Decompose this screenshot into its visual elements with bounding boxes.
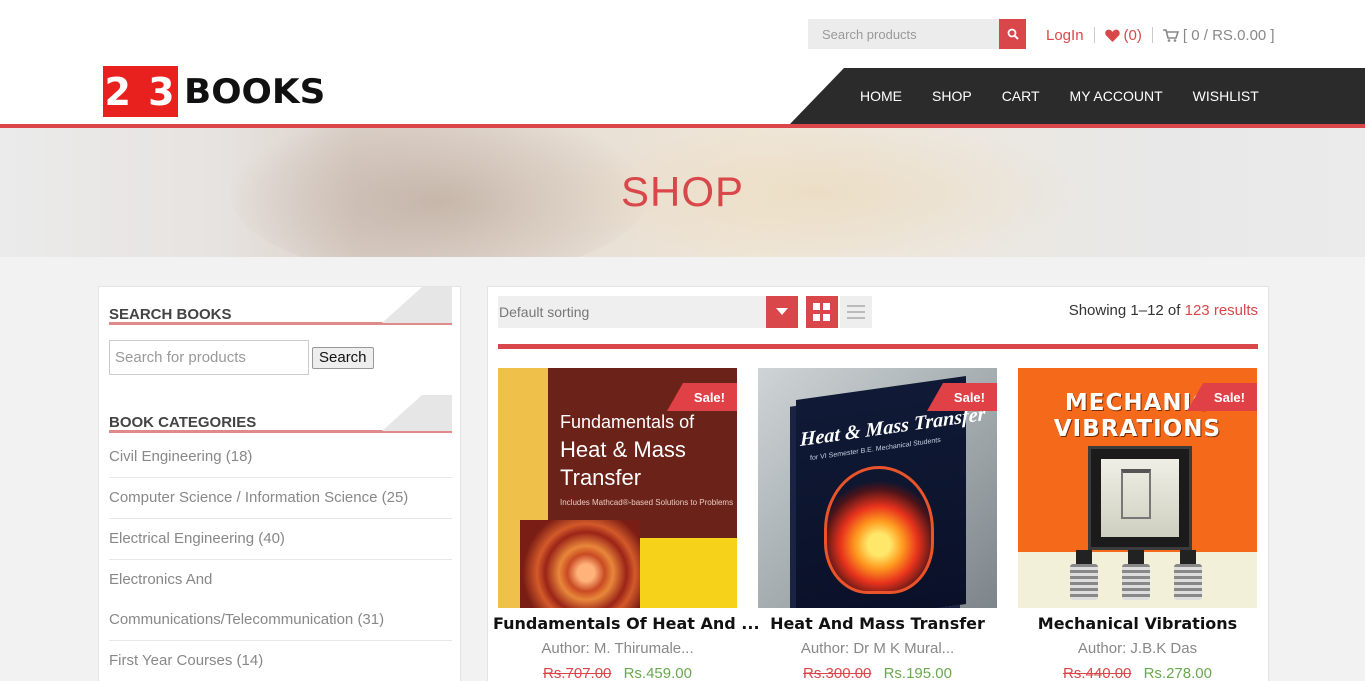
product-price: Rs.440.00 Rs.278.00 <box>1018 665 1257 681</box>
regular-price: Rs.300.00 <box>803 665 872 681</box>
cover-artwork <box>1076 550 1092 564</box>
category-civil-engineering[interactable]: Civil Engineering (18) <box>109 437 452 478</box>
grid-view-icon-cell <box>813 313 820 321</box>
cover-artwork <box>1122 564 1150 600</box>
heart-icon <box>1104 29 1120 42</box>
result-count-prefix: Showing 1–12 of <box>1068 302 1181 319</box>
category-label-line-2: Communications/Telecommunication (31) <box>109 611 385 628</box>
category-label-line-1: Electronics And <box>109 571 213 588</box>
grid-view-icon <box>813 303 820 310</box>
grid-view-button[interactable] <box>806 296 838 328</box>
sale-badge: Sale! <box>1187 383 1257 411</box>
product-title[interactable]: Mechanical Vibrations <box>1013 614 1262 633</box>
product-search-input[interactable] <box>808 19 999 49</box>
page-banner: SHOP <box>0 128 1365 257</box>
category-list: Civil Engineering (18) Computer Science … <box>109 437 452 681</box>
product-author: Author: Dr M K Mural... <box>800 640 955 657</box>
nav-my-account[interactable]: MY ACCOUNT <box>1070 88 1163 104</box>
product-author: Author: M. Thirumale... <box>541 640 694 657</box>
cover-photo <box>1088 446 1192 550</box>
heading-corner-decoration <box>382 287 452 323</box>
product-image[interactable]: Heat & Mass Transfer for VI Semester B.E… <box>758 368 997 608</box>
listing-accent-rule <box>498 344 1258 349</box>
product-title[interactable]: Fundamentals Of Heat And ... <box>493 614 760 633</box>
cover-artwork <box>1174 564 1202 600</box>
search-books-title: SEARCH BOOKS <box>109 306 232 323</box>
book-categories-heading: BOOK CATEGORIES <box>109 395 452 433</box>
product-author: Author: J.B.K Das <box>1077 640 1198 657</box>
cover-artwork <box>1128 550 1144 564</box>
sale-price: Rs.278.00 <box>1143 665 1212 681</box>
cover-block <box>640 538 737 608</box>
logo-number: 2 3 <box>103 66 178 117</box>
login-link[interactable]: LogIn <box>1046 27 1084 44</box>
cart-icon <box>1162 28 1179 42</box>
cover-line: Fundamentals of <box>560 412 695 432</box>
nav-cart[interactable]: CART <box>1002 88 1040 104</box>
product-price: Rs.707.00 Rs.459.00 <box>498 665 737 681</box>
cover-subtitle: Includes Mathcad®-based Solutions to Pro… <box>560 498 734 507</box>
site-header: 2 3 BOOKS LogIn (0) [ 0 / RS.0.00 ] HOME… <box>0 0 1365 124</box>
book-categories-title: BOOK CATEGORIES <box>109 414 257 431</box>
sidebar-search-input[interactable] <box>109 340 309 375</box>
main-navigation: HOME SHOP CART MY ACCOUNT WISHLIST <box>790 68 1365 124</box>
page-title: SHOP <box>620 168 745 215</box>
result-count: Showing 1–12 of 123 results <box>1069 302 1258 319</box>
account-links: LogIn (0) [ 0 / RS.0.00 ] <box>1046 24 1275 46</box>
list-view-button[interactable] <box>840 296 872 328</box>
cover-line: Transfer <box>560 465 642 490</box>
cover-artwork <box>1070 564 1098 600</box>
nav-shop[interactable]: SHOP <box>932 88 972 104</box>
sorting-dropdown-button[interactable] <box>766 296 798 328</box>
divider <box>1093 27 1095 43</box>
product-price: Rs.300.00 Rs.195.00 <box>758 665 997 681</box>
cover-line: VIBRATIONS <box>1053 416 1222 442</box>
category-computer-science[interactable]: Computer Science / Information Science (… <box>109 478 452 519</box>
cover-artwork <box>520 520 640 608</box>
chevron-down-icon <box>776 308 788 315</box>
category-first-year-courses[interactable]: First Year Courses (14) <box>109 641 452 681</box>
cover-photo-rig <box>1121 469 1151 519</box>
sale-price: Rs.459.00 <box>623 665 692 681</box>
list-view-icon <box>847 305 865 307</box>
cover-line: Heat & Mass <box>560 437 686 462</box>
logo-word: BOOKS <box>184 71 326 112</box>
site-logo[interactable]: 2 3 BOOKS <box>103 66 325 117</box>
regular-price: Rs.707.00 <box>543 665 612 681</box>
category-electronics-communications[interactable]: Electronics And Communications/Telecommu… <box>109 560 452 641</box>
product-search-form <box>808 19 1026 49</box>
sorting-select[interactable]: Default sorting <box>498 296 798 328</box>
cover-title: Fundamentals of Heat & Mass Transfer <box>560 408 694 492</box>
category-electrical-engineering[interactable]: Electrical Engineering (40) <box>109 519 452 560</box>
cover-artwork <box>824 466 934 594</box>
regular-price: Rs.440.00 <box>1063 665 1132 681</box>
heading-corner-decoration <box>382 395 452 431</box>
sidebar: SEARCH BOOKS Search BOOK CATEGORIES Civi… <box>98 286 461 681</box>
wishlist-count: (0) <box>1123 26 1142 44</box>
divider <box>1151 27 1153 43</box>
product-image[interactable]: Fundamentals of Heat & Mass Transfer Inc… <box>498 368 737 608</box>
product-search-button[interactable] <box>999 19 1026 49</box>
cover-artwork <box>1180 550 1196 564</box>
search-books-heading: SEARCH BOOKS <box>109 287 452 325</box>
wishlist-link[interactable]: (0) <box>1104 26 1142 44</box>
sorting-value: Default sorting <box>499 304 590 320</box>
nav-wishlist[interactable]: WISHLIST <box>1193 88 1259 104</box>
sale-price: Rs.195.00 <box>883 665 952 681</box>
result-count-total: 123 results <box>1184 302 1258 319</box>
grid-view-icon-cell <box>823 303 830 310</box>
list-view-icon-line <box>847 317 865 319</box>
mini-cart-summary: [ 0 / RS.0.00 ] <box>1182 26 1275 44</box>
sidebar-search-button[interactable]: Search <box>312 346 374 369</box>
mini-cart-link[interactable]: [ 0 / RS.0.00 ] <box>1162 26 1275 44</box>
grid-view-icon-cell <box>823 313 830 321</box>
product-image[interactable]: MECHANIC VIBRATIONS Sale! <box>1018 368 1257 608</box>
list-view-icon-line <box>847 311 865 313</box>
sidebar-search-form: Search <box>109 340 374 375</box>
product-listing: Default sorting Showing 1–12 of 123 resu… <box>487 286 1269 681</box>
product-title[interactable]: Heat And Mass Transfer <box>753 614 1002 633</box>
search-icon <box>1007 28 1019 40</box>
nav-home[interactable]: HOME <box>860 88 902 104</box>
